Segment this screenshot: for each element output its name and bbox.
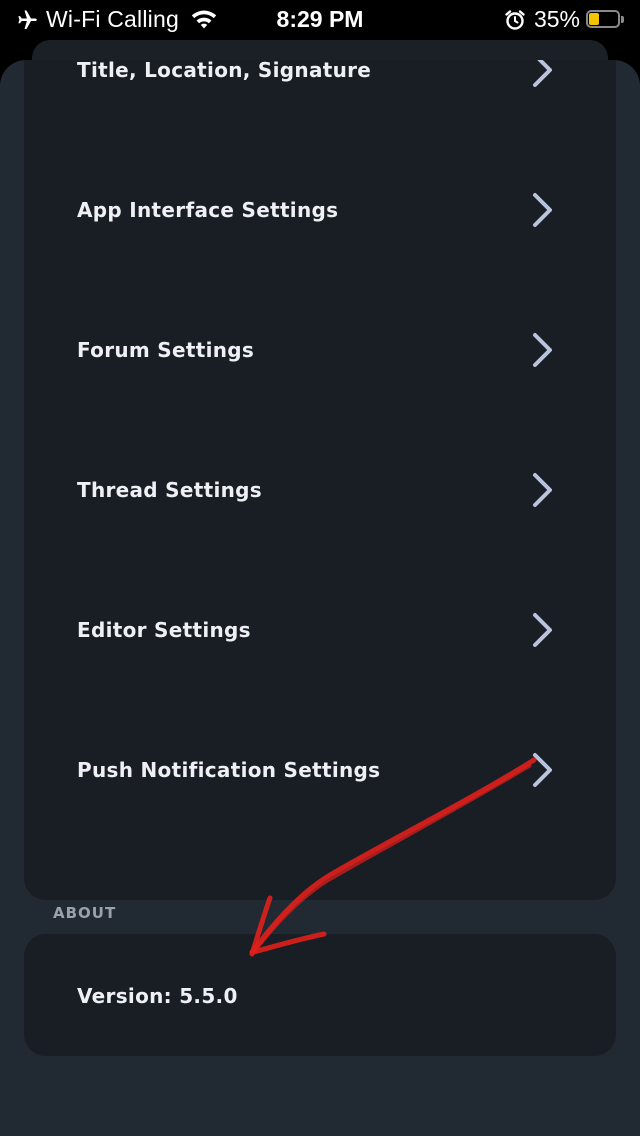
settings-item-label: Forum Settings [77, 338, 255, 362]
chevron-right-icon [533, 753, 552, 787]
settings-item-title-location-signature[interactable]: Title, Location, Signature [24, 60, 616, 140]
status-bar: Wi-Fi Calling 8:29 PM 35% [0, 0, 640, 40]
battery-icon [586, 9, 626, 30]
about-section-header: ABOUT [53, 904, 117, 922]
battery-nub [621, 15, 624, 23]
version-label: Version: 5.5.0 [77, 984, 238, 1008]
battery-percent: 35% [533, 6, 580, 32]
alarm-icon [505, 9, 525, 30]
settings-item-editor[interactable]: Editor Settings [24, 560, 616, 700]
about-card: Version: 5.5.0 [24, 934, 616, 1056]
status-right: 35% [504, 6, 626, 33]
chevron-right-icon [533, 333, 552, 367]
settings-item-forum[interactable]: Forum Settings [24, 280, 616, 420]
chevron-right-icon [533, 613, 552, 647]
settings-item-label: App Interface Settings [77, 198, 339, 222]
settings-item-thread[interactable]: Thread Settings [24, 420, 616, 560]
settings-item-label: Title, Location, Signature [77, 60, 372, 82]
settings-item-label: Push Notification Settings [77, 758, 381, 782]
settings-item-push-notification[interactable]: Push Notification Settings [24, 700, 616, 840]
chevron-right-icon [533, 473, 552, 507]
settings-item-label: Thread Settings [77, 478, 262, 502]
battery-fill [589, 12, 599, 25]
screen: Wi-Fi Calling 8:29 PM 35% Title, Locatio… [0, 0, 640, 1136]
chevron-right-icon [533, 60, 552, 87]
settings-item-app-interface[interactable]: App Interface Settings [24, 140, 616, 280]
chevron-right-icon [533, 193, 552, 227]
settings-card: Title, Location, Signature App Interface… [24, 60, 616, 900]
settings-item-label: Editor Settings [77, 618, 251, 642]
